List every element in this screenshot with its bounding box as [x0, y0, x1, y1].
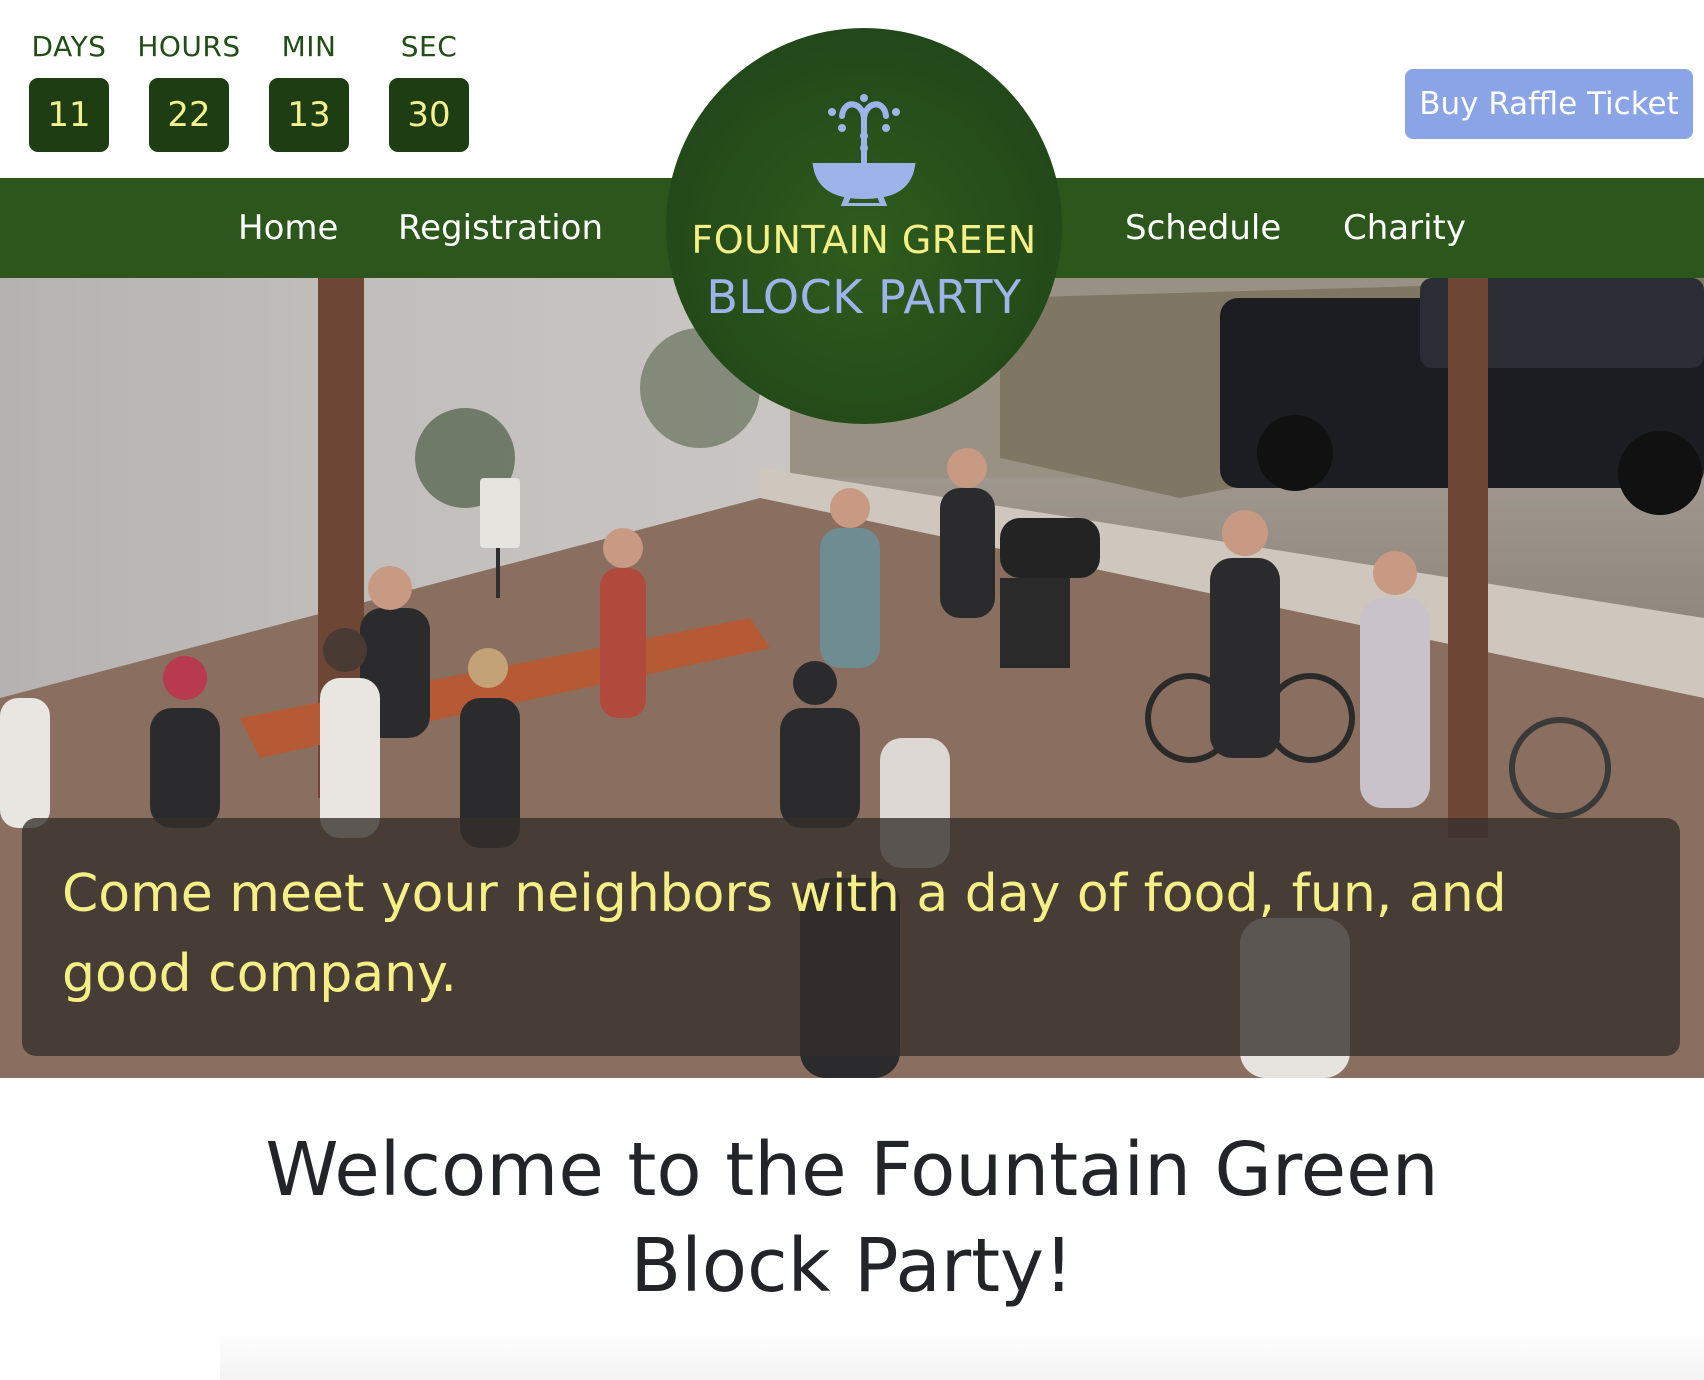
countdown-seconds-label: SEC [400, 30, 458, 63]
welcome-heading-line1: Welcome to the Fountain Green [265, 1127, 1439, 1213]
countdown-seconds: SEC 30 [374, 28, 484, 152]
nav-charity[interactable]: Charity [1343, 178, 1466, 278]
buy-raffle-ticket-button[interactable]: Buy Raffle Ticket [1405, 69, 1693, 139]
countdown-seconds-value: 30 [389, 78, 469, 152]
nav-schedule[interactable]: Schedule [1125, 178, 1281, 278]
hero-caption-box: Come meet your neighbors with a day of f… [22, 818, 1680, 1056]
countdown-minutes-label: MIN [281, 30, 337, 63]
countdown-minutes-value: 13 [269, 78, 349, 152]
logo-title-line2: BLOCK PARTY [706, 270, 1022, 324]
countdown-days: DAYS 11 [14, 28, 124, 152]
site-logo[interactable]: FOUNTAIN GREEN BLOCK PARTY [666, 28, 1062, 424]
countdown-minutes: MIN 13 [254, 28, 364, 152]
countdown-hours-label: HOURS [137, 30, 241, 63]
welcome-heading-line2: Block Party! [630, 1223, 1074, 1309]
logo-title-line1: FOUNTAIN GREEN [691, 218, 1037, 262]
nav-home[interactable]: Home [238, 178, 338, 278]
countdown-hours-value: 22 [149, 78, 229, 152]
countdown-days-value: 11 [29, 78, 109, 152]
hero-caption-text: Come meet your neighbors with a day of f… [62, 864, 1507, 1004]
section-divider-shadow [220, 1330, 1704, 1380]
welcome-heading: Welcome to the Fountain Green Block Part… [0, 1122, 1704, 1314]
countdown-hours: HOURS 22 [134, 28, 244, 152]
fountain-icon [812, 94, 916, 206]
nav-registration[interactable]: Registration [398, 178, 603, 278]
countdown-days-label: DAYS [31, 30, 107, 63]
countdown-timer: DAYS 11 HOURS 22 MIN 13 SEC 30 [0, 0, 520, 178]
